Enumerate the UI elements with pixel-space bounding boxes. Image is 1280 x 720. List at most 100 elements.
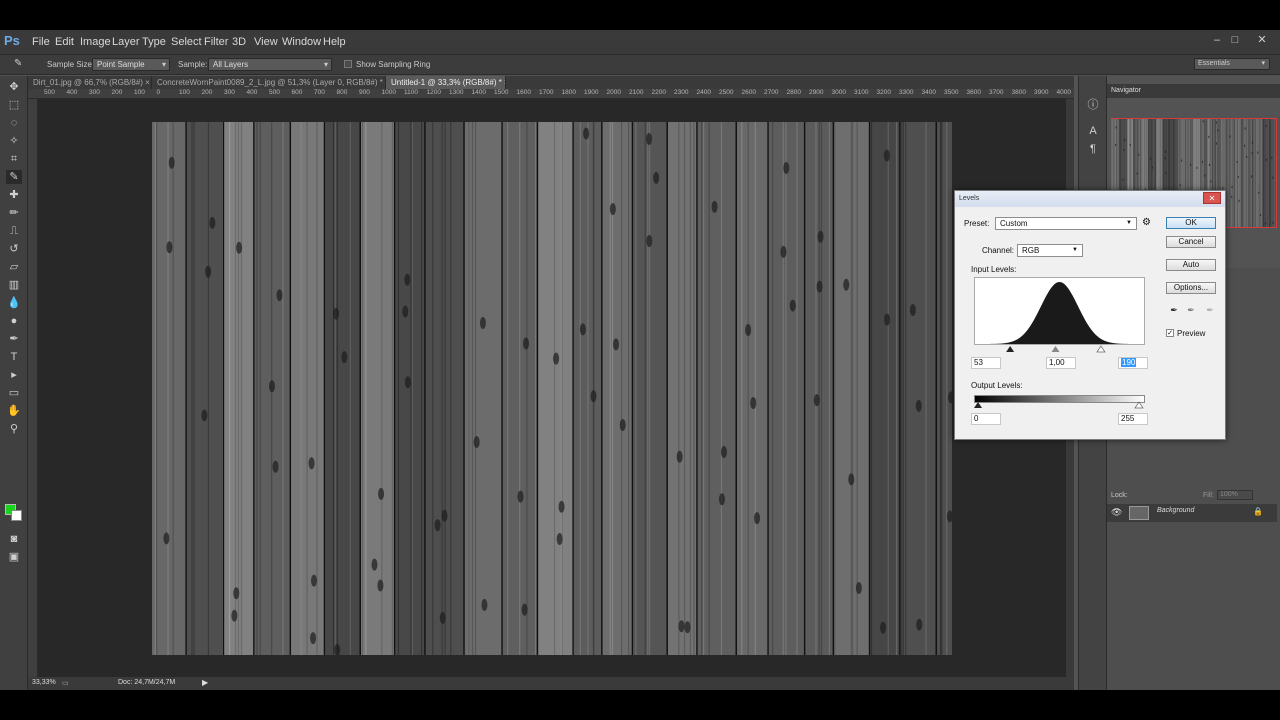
menu-help[interactable]: Help — [323, 36, 346, 48]
menu-edit[interactable]: Edit — [55, 36, 74, 48]
menu-window[interactable]: Window — [282, 36, 321, 48]
brush-tool-icon[interactable]: ✏ — [6, 206, 22, 220]
dialog-titlebar[interactable]: Levels ✕ — [955, 191, 1225, 207]
menu-bar: Ps File Edit Image Layer Type Select Fil… — [0, 30, 1280, 54]
ruler-tick-label: 500 — [269, 89, 280, 96]
status-menu-arrow-icon[interactable]: ▶ — [202, 678, 208, 687]
background-color-swatch[interactable] — [11, 510, 22, 521]
menu-file[interactable]: File — [32, 36, 50, 48]
white-point-slider[interactable] — [1096, 345, 1106, 353]
ruler-tick-label: 400 — [66, 89, 78, 96]
ruler-tick-label: 400 — [246, 89, 258, 96]
preset-select[interactable]: Custom ▼ — [995, 217, 1137, 230]
input-white-field[interactable]: 190 — [1118, 357, 1148, 369]
wood-planks-image[interactable] — [152, 122, 952, 655]
options-button[interactable]: Options... — [1166, 282, 1216, 294]
workspace-select[interactable]: Essentials ▾ — [1194, 58, 1270, 70]
clone-stamp-tool-icon[interactable]: ⎍ — [6, 224, 22, 238]
tab-untitled[interactable]: Untitled-1 @ 33,3% (RGB/8#) * × — [386, 76, 506, 89]
doc-size: Doc: 24,7M/24,7M — [118, 679, 176, 686]
type-tool-icon[interactable]: T — [6, 350, 22, 364]
shape-tool-icon[interactable]: ▭ — [6, 386, 22, 400]
histogram — [974, 277, 1145, 345]
menu-3d[interactable]: 3D — [232, 36, 246, 48]
menu-view[interactable]: View — [254, 36, 278, 48]
marquee-tool-icon[interactable]: ⬚ — [6, 98, 22, 112]
ruler-tick-label: 1900 — [584, 89, 599, 96]
input-black-field[interactable]: 53 — [971, 357, 1001, 369]
show-ring-checkbox[interactable] — [344, 60, 352, 68]
layer-name[interactable]: Background — [1157, 507, 1194, 514]
tab-dirt[interactable]: Dirt_01.jpg @ 66,7% (RGB/8#) × — [28, 76, 152, 89]
auto-button[interactable]: Auto — [1166, 259, 1216, 271]
white-eyedropper-icon[interactable]: ✒ — [1204, 305, 1216, 317]
output-white-slider[interactable] — [1134, 401, 1144, 409]
info-icon[interactable]: ⓘ — [1086, 98, 1100, 112]
lasso-tool-icon[interactable]: ◌ — [6, 116, 22, 130]
tab-concrete[interactable]: ConcreteWornPaint0089_2_L.jpg @ 51,3% (L… — [152, 76, 386, 89]
input-gamma-field[interactable]: 1,00 — [1046, 357, 1076, 369]
ruler-tick-label: 2400 — [696, 89, 711, 96]
channel-select[interactable]: RGB ▼ — [1017, 244, 1083, 257]
menu-image[interactable]: Image — [80, 36, 111, 48]
black-point-slider[interactable] — [1006, 346, 1015, 352]
ruler-tick-label: 3200 — [876, 89, 891, 96]
input-slider-track[interactable] — [974, 345, 1145, 353]
eyedropper-tool-icon[interactable]: ✎ — [6, 170, 22, 184]
fill-value[interactable]: 100% — [1217, 490, 1253, 500]
character-icon[interactable]: A — [1086, 124, 1100, 138]
menu-type[interactable]: Type — [142, 36, 166, 48]
ruler-tick-label: 200 — [201, 89, 213, 96]
preview-checkbox[interactable]: ✓ — [1166, 329, 1174, 337]
eyedropper-tool-icon[interactable]: ✎ — [14, 58, 22, 69]
crop-tool-icon[interactable]: ⌗ — [6, 152, 22, 166]
minimize-icon[interactable]: – — [1211, 34, 1223, 46]
ruler-tick-label: 600 — [291, 89, 303, 96]
gamma-slider[interactable] — [1051, 346, 1060, 352]
menu-layer[interactable]: Layer — [112, 36, 140, 48]
output-black-field[interactable]: 0 — [971, 413, 1001, 425]
dodge-tool-icon[interactable]: ● — [6, 314, 22, 328]
blur-tool-icon[interactable]: 💧 — [6, 296, 22, 310]
channel-label: Channel: — [982, 246, 1015, 255]
output-black-slider[interactable] — [974, 402, 982, 408]
history-brush-tool-icon[interactable]: ↺ — [6, 242, 22, 256]
gray-eyedropper-icon[interactable]: ✒ — [1185, 305, 1197, 317]
output-slider-track[interactable] — [974, 401, 1145, 409]
layer-row-background[interactable]: 👁 Background 🔒 — [1107, 504, 1277, 522]
cancel-button[interactable]: Cancel — [1166, 236, 1216, 248]
path-select-tool-icon[interactable]: ▸ — [6, 368, 22, 382]
app-logo: Ps — [4, 33, 20, 48]
hand-tool-icon[interactable]: ✋ — [6, 404, 22, 418]
ruler-tick-label: 2700 — [764, 89, 779, 96]
menu-filter[interactable]: Filter — [204, 36, 228, 48]
ruler-tick-label: 1400 — [471, 89, 486, 96]
close-icon[interactable]: ✕ — [1203, 192, 1221, 204]
zoom-level[interactable]: 33,33% — [32, 679, 56, 686]
sample-select[interactable]: All Layers ▾ — [208, 58, 332, 71]
eraser-tool-icon[interactable]: ▱ — [6, 260, 22, 274]
ok-button[interactable]: OK — [1166, 217, 1216, 229]
maximize-icon[interactable]: □ — [1229, 34, 1241, 46]
screen-mode-icon[interactable]: ▣ — [6, 550, 22, 564]
move-tool-icon[interactable]: ✥ — [6, 80, 22, 94]
eye-icon[interactable]: 👁 — [1111, 507, 1122, 518]
black-eyedropper-icon[interactable]: ✒ — [1168, 305, 1180, 317]
close-icon[interactable]: ✕ — [1256, 34, 1268, 46]
pen-tool-icon[interactable]: ✒ — [6, 332, 22, 346]
ruler-tick-label: 100 — [134, 89, 145, 96]
quick-mask-icon[interactable]: ◙ — [6, 532, 22, 546]
sample-size-select[interactable]: Point Sample ▾ — [92, 58, 170, 71]
gradient-tool-icon[interactable]: ▥ — [6, 278, 22, 292]
options-bar: ✎ Sample Size: Point Sample ▾ Sample: All… — [0, 54, 1280, 75]
paragraph-icon[interactable]: ¶ — [1086, 142, 1100, 156]
healing-brush-tool-icon[interactable]: ✚ — [6, 188, 22, 202]
canvas-area[interactable] — [38, 99, 1066, 677]
sample-label: Sample: — [178, 60, 208, 69]
quick-select-tool-icon[interactable]: ✧ — [6, 134, 22, 148]
output-white-field[interactable]: 255 — [1118, 413, 1148, 425]
ruler-tick-label: 3400 — [921, 89, 936, 96]
menu-select[interactable]: Select — [171, 36, 202, 48]
zoom-tool-icon[interactable]: ⚲ — [6, 422, 22, 436]
preset-options-gear-icon[interactable]: ⚙ — [1142, 217, 1151, 228]
